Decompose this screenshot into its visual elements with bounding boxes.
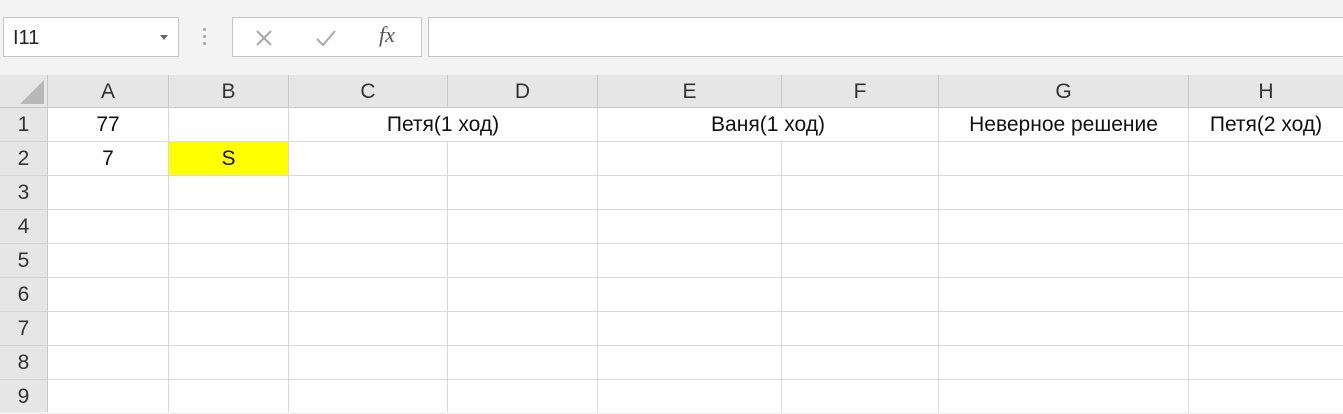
cell-b7[interactable]: [169, 312, 289, 346]
cell-c8[interactable]: [289, 346, 448, 380]
cell-a1[interactable]: 77: [48, 108, 169, 142]
insert-function-button[interactable]: fx: [379, 22, 395, 48]
cell-c9[interactable]: [289, 380, 448, 412]
cell-d5[interactable]: [448, 244, 598, 278]
cell-h4[interactable]: [1189, 210, 1343, 244]
row-header-9[interactable]: 9: [0, 380, 48, 412]
cell-f6[interactable]: [782, 278, 939, 312]
cell-c4[interactable]: [289, 210, 448, 244]
cell-a4[interactable]: [48, 210, 169, 244]
cell-e7[interactable]: [598, 312, 782, 346]
cell-a7[interactable]: [48, 312, 169, 346]
cell-a2[interactable]: 7: [48, 142, 169, 176]
formula-buttons: fx: [232, 17, 422, 57]
cell-h7[interactable]: [1189, 312, 1343, 346]
cell-d2[interactable]: [448, 142, 598, 176]
cell-b4[interactable]: [169, 210, 289, 244]
row-header-8[interactable]: 8: [0, 346, 48, 380]
formula-input[interactable]: [428, 17, 1343, 57]
cell-c2[interactable]: [289, 142, 448, 176]
cell-d7[interactable]: [448, 312, 598, 346]
cell-c6[interactable]: [289, 278, 448, 312]
cancel-icon[interactable]: [251, 25, 277, 51]
cell-g6[interactable]: [939, 278, 1189, 312]
cell-f2[interactable]: [782, 142, 939, 176]
row-header-3[interactable]: 3: [0, 176, 48, 210]
cell-f8[interactable]: [782, 346, 939, 380]
cell-g9[interactable]: [939, 380, 1189, 412]
cell-g3[interactable]: [939, 176, 1189, 210]
cell-b3[interactable]: [169, 176, 289, 210]
cell-e5[interactable]: [598, 244, 782, 278]
cell-e9[interactable]: [598, 380, 782, 412]
cell-g5[interactable]: [939, 244, 1189, 278]
cell-e4[interactable]: [598, 210, 782, 244]
cell-e1-f1-merged[interactable]: Ваня(1 ход): [598, 108, 939, 142]
row-header-1[interactable]: 1: [0, 108, 48, 142]
cell-e2[interactable]: [598, 142, 782, 176]
cell-c5[interactable]: [289, 244, 448, 278]
cell-d3[interactable]: [448, 176, 598, 210]
formula-bar-area: I11 fx: [0, 0, 1343, 75]
cell-e3[interactable]: [598, 176, 782, 210]
column-header-b[interactable]: B: [169, 75, 289, 108]
name-box-value: I11: [13, 27, 40, 49]
cell-b8[interactable]: [169, 346, 289, 380]
cell-h6[interactable]: [1189, 278, 1343, 312]
more-options-icon[interactable]: [203, 28, 207, 48]
cell-h9[interactable]: [1189, 380, 1343, 412]
cell-e6[interactable]: [598, 278, 782, 312]
column-header-c[interactable]: C: [289, 75, 448, 108]
column-header-d[interactable]: D: [448, 75, 598, 108]
cell-b1[interactable]: [169, 108, 289, 142]
cell-e8[interactable]: [598, 346, 782, 380]
column-header-f[interactable]: F: [782, 75, 939, 108]
cell-a8[interactable]: [48, 346, 169, 380]
column-header-h[interactable]: H: [1189, 75, 1343, 108]
cell-a9[interactable]: [48, 380, 169, 412]
cell-f7[interactable]: [782, 312, 939, 346]
cell-d9[interactable]: [448, 380, 598, 412]
cell-d8[interactable]: [448, 346, 598, 380]
cell-a5[interactable]: [48, 244, 169, 278]
column-header-a[interactable]: A: [48, 75, 169, 108]
cell-f3[interactable]: [782, 176, 939, 210]
row-header-7[interactable]: 7: [0, 312, 48, 346]
name-box-dropdown-icon[interactable]: [160, 35, 168, 40]
name-box[interactable]: I11: [3, 17, 179, 57]
cell-b2[interactable]: S: [169, 142, 289, 176]
cell-h8[interactable]: [1189, 346, 1343, 380]
row-header-6[interactable]: 6: [0, 278, 48, 312]
row-header-2[interactable]: 2: [0, 142, 48, 176]
cell-g2[interactable]: [939, 142, 1189, 176]
column-header-g[interactable]: G: [939, 75, 1189, 108]
select-all-button[interactable]: [0, 75, 48, 108]
cell-a6[interactable]: [48, 278, 169, 312]
enter-check-icon[interactable]: [313, 25, 339, 51]
column-header-e[interactable]: E: [598, 75, 782, 108]
cell-f4[interactable]: [782, 210, 939, 244]
cell-f9[interactable]: [782, 380, 939, 412]
row-header-5[interactable]: 5: [0, 244, 48, 278]
cell-g1[interactable]: Неверное решение: [939, 108, 1189, 142]
cell-c3[interactable]: [289, 176, 448, 210]
cell-b5[interactable]: [169, 244, 289, 278]
cell-h5[interactable]: [1189, 244, 1343, 278]
cell-c7[interactable]: [289, 312, 448, 346]
cell-d4[interactable]: [448, 210, 598, 244]
cell-d6[interactable]: [448, 278, 598, 312]
cell-g7[interactable]: [939, 312, 1189, 346]
cell-b9[interactable]: [169, 380, 289, 412]
cell-h1[interactable]: Петя(2 ход): [1189, 108, 1343, 142]
cell-f5[interactable]: [782, 244, 939, 278]
cell-c1-d1-merged[interactable]: Петя(1 ход): [289, 108, 598, 142]
row-header-4[interactable]: 4: [0, 210, 48, 244]
cell-h3[interactable]: [1189, 176, 1343, 210]
spreadsheet-grid: A B C D E F G H 1 2 3 4 5 6 7 8 9 77 Пет…: [0, 75, 1343, 412]
cell-g8[interactable]: [939, 346, 1189, 380]
cell-h2[interactable]: [1189, 142, 1343, 176]
cell-b6[interactable]: [169, 278, 289, 312]
cell-g4[interactable]: [939, 210, 1189, 244]
cell-a3[interactable]: [48, 176, 169, 210]
